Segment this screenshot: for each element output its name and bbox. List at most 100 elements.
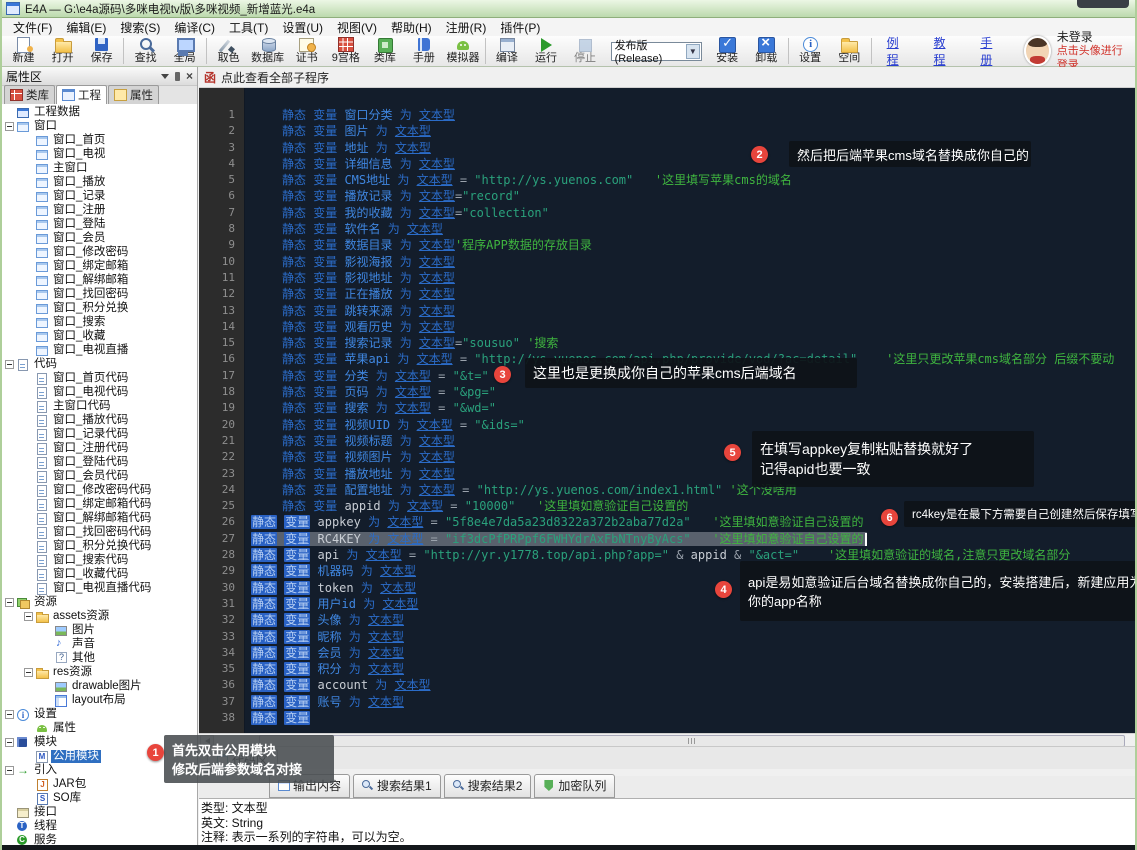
tree-item[interactable]: 窗口_登陆 <box>2 217 197 231</box>
tree-item[interactable]: 服务 <box>2 833 197 845</box>
tree-expander-icon[interactable] <box>5 766 14 775</box>
toolbar-stop-button[interactable]: 停止 <box>566 37 605 65</box>
code-line[interactable]: 静态 变量 我的收藏 为 文本型="collection" <box>246 205 1135 221</box>
menu-item[interactable]: 工具(T) <box>222 19 275 36</box>
toolbar-open-button[interactable]: 打开 <box>43 37 82 65</box>
tree-item[interactable]: 窗口_积分兑换代码 <box>2 539 197 553</box>
code-line[interactable]: 静态 变量 图片 为 文本型 <box>246 123 1135 139</box>
tree-item[interactable]: 其他 <box>2 651 197 665</box>
code-line[interactable]: 静态 变量 播放记录 为 文本型="record" <box>246 188 1135 204</box>
code-line[interactable]: 静态 变量 数据目录 为 文本型'程序APP数据的存放目录 <box>246 237 1135 253</box>
tree-item[interactable]: drawable图片 <box>2 679 197 693</box>
tree-item[interactable]: 线程 <box>2 819 197 833</box>
toolbar-link-教程[interactable]: 教程 <box>933 34 954 68</box>
tree-item[interactable]: 窗口_记录 <box>2 189 197 203</box>
tree-item[interactable]: 工程数据 <box>2 105 197 119</box>
toolbar-link-手册[interactable]: 手册 <box>980 34 1001 68</box>
code-line[interactable]: 静态 变量 跳转来源 为 文本型 <box>246 303 1135 319</box>
tree-item[interactable]: layout布局 <box>2 693 197 707</box>
tree-item[interactable]: 窗口_会员 <box>2 231 197 245</box>
code-line[interactable]: 静态 变量 观看历史 为 文本型 <box>246 319 1135 335</box>
tree-item[interactable]: 窗口_修改密码代码 <box>2 483 197 497</box>
toolbar-picker-button[interactable]: 取色 <box>209 37 248 65</box>
tree-item[interactable]: 窗口 <box>2 119 197 133</box>
tree-item[interactable]: 主窗口代码 <box>2 399 197 413</box>
toolbar-cert-button[interactable]: 证书 <box>287 37 326 65</box>
tab-工程[interactable]: 工程 <box>56 85 107 106</box>
menu-item[interactable]: 编辑(E) <box>59 19 113 36</box>
tree-item[interactable]: 窗口_搜索 <box>2 315 197 329</box>
menu-item[interactable]: 插件(P) <box>493 19 547 36</box>
window-controls[interactable] <box>1077 0 1129 8</box>
toolbar-db-button[interactable]: 数据库 <box>248 37 287 65</box>
menu-item[interactable]: 设置(U) <box>275 19 330 36</box>
tree-item[interactable]: 主窗口 <box>2 161 197 175</box>
tree-item[interactable]: 窗口_电视代码 <box>2 385 197 399</box>
toolbar-run-button[interactable]: 运行 <box>526 37 565 65</box>
menu-item[interactable]: 文件(F) <box>6 19 59 36</box>
tree-item[interactable]: 窗口_找回密码代码 <box>2 525 197 539</box>
tree-expander-icon[interactable] <box>5 598 14 607</box>
code-line[interactable]: 静态 变量 账号 为 文本型 <box>246 694 1135 710</box>
tree-item[interactable]: 代码 <box>2 357 197 371</box>
code-line[interactable]: 静态 变量 软件名 为 文本型 <box>246 221 1135 237</box>
toolbar-uninstall-button[interactable]: 卸载 <box>747 37 786 65</box>
toolbar-install-button[interactable]: 安装 <box>708 37 747 65</box>
code-line[interactable]: 静态 变量 窗口分类 为 文本型 <box>246 107 1135 123</box>
tree-item[interactable]: assets资源 <box>2 609 197 623</box>
toolbar-new-button[interactable]: 新建 <box>4 37 43 65</box>
toolbar-emu-button[interactable]: 模拟器 <box>443 37 482 65</box>
tree-item[interactable]: 声音 <box>2 637 197 651</box>
code-line[interactable]: 静态 变量 积分 为 文本型 <box>246 661 1135 677</box>
code-line[interactable]: 静态 变量 搜索 为 文本型 = "&wd=" <box>246 400 1135 416</box>
tree-item[interactable]: 窗口_电视 <box>2 147 197 161</box>
toolbar-space-button[interactable]: 空间 <box>830 37 869 65</box>
toolbar-grid9-button[interactable]: 9宫格 <box>326 37 365 65</box>
tree-item[interactable]: 窗口_电视直播 <box>2 343 197 357</box>
tree-item[interactable]: SO库 <box>2 791 197 805</box>
code-editor[interactable]: 1234567891011121314151617181920212223242… <box>199 88 1135 733</box>
horizontal-scrollbar[interactable] <box>199 733 1135 747</box>
avatar[interactable] <box>1024 36 1051 66</box>
login-box[interactable]: 未登录点击头像进行登录 <box>1057 30 1133 73</box>
toolbar-find-button[interactable]: 查找 <box>126 37 165 65</box>
tree-item[interactable]: 窗口_收藏 <box>2 329 197 343</box>
dock-caret-icon[interactable] <box>161 74 169 79</box>
menu-item[interactable]: 搜索(S) <box>113 19 167 36</box>
dock-pin-icon[interactable] <box>175 72 180 81</box>
tree-item[interactable]: 资源 <box>2 595 197 609</box>
tree-item[interactable]: 窗口_收藏代码 <box>2 567 197 581</box>
tree-expander-icon[interactable] <box>24 668 33 677</box>
code-line[interactable]: 静态 变量 昵称 为 文本型 <box>246 629 1135 645</box>
toolbar-global-button[interactable]: 全局 <box>165 37 204 65</box>
toolbar-lib-button[interactable]: 类库 <box>365 37 404 65</box>
dock-close-icon[interactable]: × <box>186 71 193 81</box>
code-line[interactable]: 静态 变量 account 为 文本型 <box>246 677 1135 693</box>
tree-item[interactable]: 属性 <box>2 721 197 735</box>
tab-搜索结果2[interactable]: 搜索结果2 <box>444 774 532 798</box>
tree-item[interactable]: 窗口_解绑邮箱 <box>2 273 197 287</box>
tree-expander-icon[interactable] <box>5 360 14 369</box>
tree-item[interactable]: 设置 <box>2 707 197 721</box>
tree-expander-icon[interactable] <box>5 122 14 131</box>
tab-属性[interactable]: 属性 <box>108 85 159 105</box>
tree-item[interactable]: 窗口_登陆代码 <box>2 455 197 469</box>
menu-item[interactable]: 注册(R) <box>439 19 494 36</box>
tree-item[interactable]: 窗口_积分兑换 <box>2 301 197 315</box>
toolbar-link-例程[interactable]: 例程 <box>887 34 908 68</box>
tree-item[interactable]: 窗口_首页代码 <box>2 371 197 385</box>
code-line[interactable]: 静态 变量 影视地址 为 文本型 <box>246 270 1135 286</box>
tree-item[interactable]: 窗口_绑定邮箱 <box>2 259 197 273</box>
menu-item[interactable]: 编译(C) <box>167 19 222 36</box>
tree-item[interactable]: 窗口_播放代码 <box>2 413 197 427</box>
tree-expander-icon[interactable] <box>5 738 14 747</box>
tree-item[interactable]: 窗口_播放 <box>2 175 197 189</box>
tab-类库[interactable]: 类库 <box>4 85 55 105</box>
code-line[interactable]: 静态 变量 会员 为 文本型 <box>246 645 1135 661</box>
release-dropdown[interactable]: 发布版(Release)▼ <box>611 42 702 61</box>
tree-item[interactable]: 窗口_注册 <box>2 203 197 217</box>
toolbar-compile-button[interactable]: 编译 <box>487 37 526 65</box>
toolbar-info2-button[interactable]: 设置 <box>791 37 830 65</box>
code-line[interactable]: 静态 变量 正在播放 为 文本型 <box>246 286 1135 302</box>
menu-item[interactable]: 帮助(H) <box>384 19 439 36</box>
